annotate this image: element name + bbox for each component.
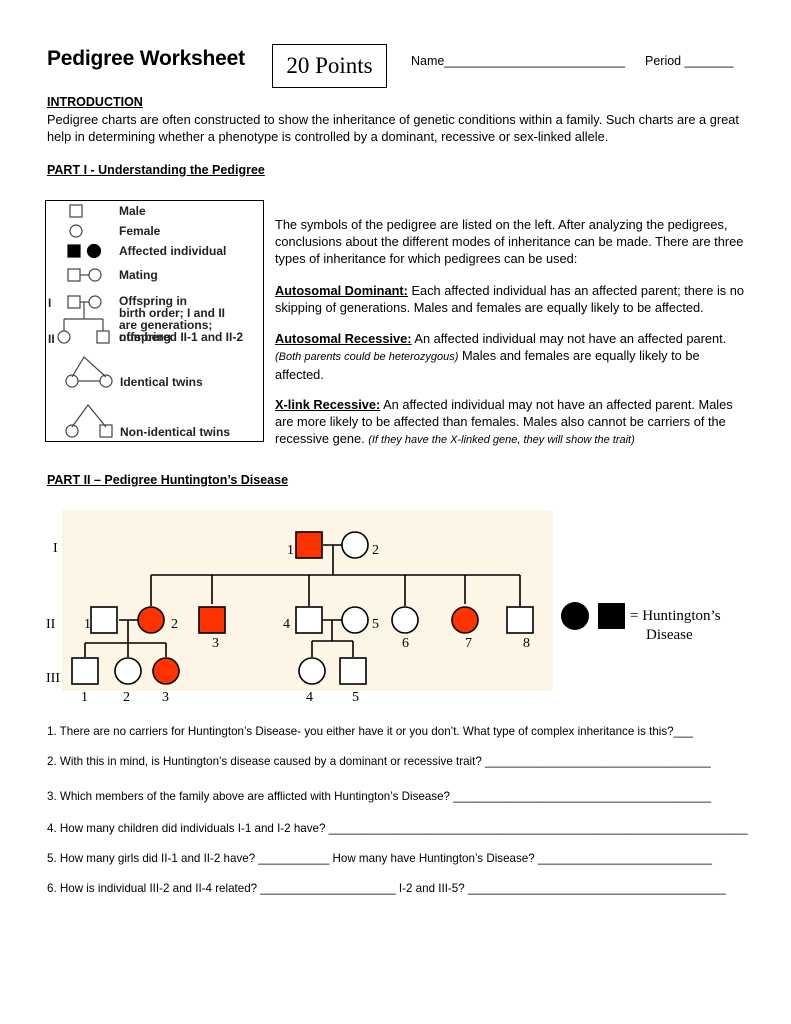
question-3[interactable]: 3. Which members of the family above are… — [47, 790, 711, 803]
huntington-legend-line1: = Huntington’s — [630, 608, 721, 624]
generation-label-III: III — [46, 671, 60, 686]
label-I-1: 1 — [287, 543, 294, 558]
label-II-1: 1 — [84, 617, 91, 632]
label-II-6: 6 — [402, 636, 409, 651]
individual-II-7-female-icon — [451, 606, 479, 634]
individual-II-3-male-icon — [198, 606, 226, 634]
individual-II-1-male-icon — [90, 606, 118, 634]
individual-II-6-female-icon — [391, 606, 419, 634]
individual-II-2-female-icon — [137, 606, 165, 634]
label-III-1: 1 — [81, 690, 88, 705]
individual-I-1-male-icon — [295, 531, 323, 559]
individual-II-5-female-icon — [341, 606, 369, 634]
label-II-4: 4 — [283, 617, 290, 632]
individual-III-1-male-icon — [71, 657, 99, 685]
individual-II-4-male-icon — [295, 606, 323, 634]
label-III-4: 4 — [306, 690, 313, 705]
individual-I-2-female-icon — [341, 531, 369, 559]
huntington-legend-square-icon — [598, 603, 625, 629]
label-III-3: 3 — [162, 690, 169, 705]
label-II-7: 7 — [465, 636, 472, 651]
label-III-5: 5 — [352, 690, 359, 705]
huntington-legend-line2: Disease — [646, 627, 693, 643]
label-II-3: 3 — [212, 636, 219, 651]
label-II-8: 8 — [523, 636, 530, 651]
huntington-legend-text: = Huntington’s Disease — [630, 607, 721, 645]
label-I-2: 2 — [372, 543, 379, 558]
question-6[interactable]: 6. How is individual III-2 and II-4 rela… — [47, 882, 726, 895]
question-2[interactable]: 2. With this in mind, is Huntington’s di… — [47, 755, 711, 768]
individual-III-5-male-icon — [339, 657, 367, 685]
generation-label-II: II — [46, 617, 56, 632]
question-4[interactable]: 4. How many children did individuals I-1… — [47, 822, 748, 835]
generation-label-I: I — [53, 541, 58, 556]
individual-II-8-male-icon — [506, 606, 534, 634]
individual-III-3-female-icon — [152, 657, 180, 685]
huntington-legend-circle-icon — [561, 602, 589, 630]
label-II-2: 2 — [171, 617, 178, 632]
question-5[interactable]: 5. How many girls did II-1 and II-2 have… — [47, 852, 712, 865]
question-1[interactable]: 1. There are no carriers for Huntington’… — [47, 725, 693, 738]
individual-III-4-female-icon — [298, 657, 326, 685]
individual-III-2-female-icon — [114, 657, 142, 685]
label-II-5: 5 — [372, 617, 379, 632]
label-III-2: 2 — [123, 690, 130, 705]
